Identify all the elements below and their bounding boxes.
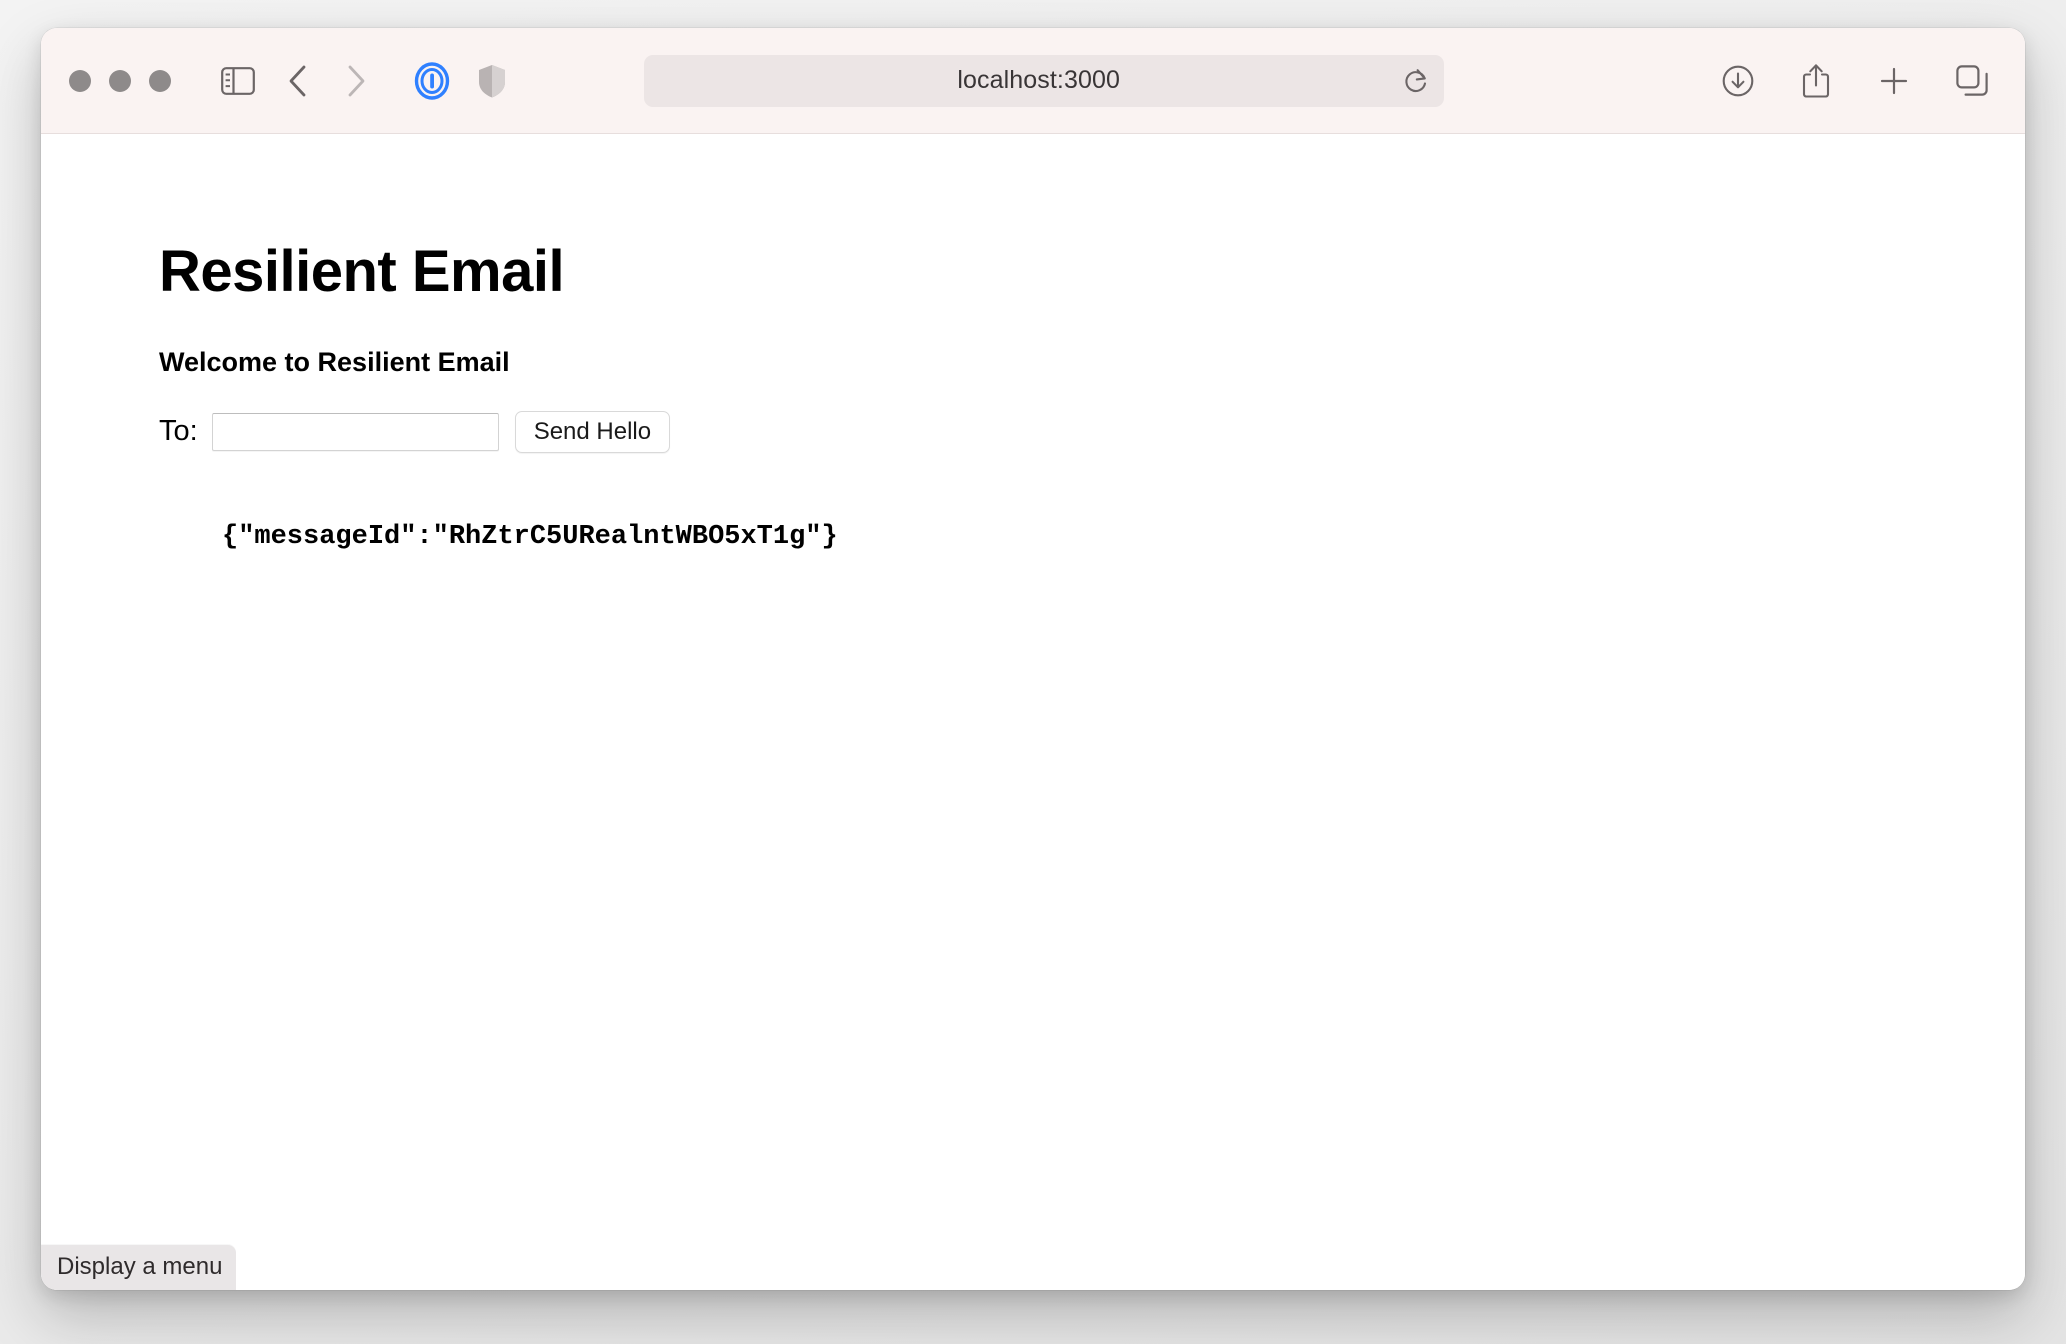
extension-buttons (405, 54, 519, 108)
safari-browser-window: localhost:3000 Resilient Email Welcome t… (41, 28, 2025, 1290)
page-title: Resilient Email (159, 239, 565, 304)
tab-overview-icon[interactable] (1945, 54, 1999, 108)
onepassword-icon[interactable] (405, 54, 459, 108)
send-hello-button[interactable]: Send Hello (514, 410, 671, 453)
web-page-content: Resilient Email Welcome to Resilient Ema… (41, 134, 2025, 1290)
share-icon[interactable] (1789, 54, 1843, 108)
to-label: To: (159, 415, 198, 448)
toolbar-right-buttons (1693, 54, 1999, 108)
back-button-icon[interactable] (271, 54, 325, 108)
to-input[interactable] (211, 412, 499, 451)
navigation-buttons (271, 54, 383, 108)
browser-toolbar: localhost:3000 (41, 28, 2025, 134)
minimize-window-button[interactable] (109, 69, 131, 92)
window-traffic-lights (69, 69, 171, 92)
downloads-icon[interactable] (1711, 54, 1765, 108)
send-hello-form: To: Send Hello (159, 378, 2025, 453)
zoom-window-button[interactable] (149, 69, 171, 92)
reload-icon[interactable] (1394, 59, 1438, 103)
close-window-button[interactable] (69, 69, 91, 92)
desktop-background: localhost:3000 Resilient Email Welcome t… (0, 0, 2066, 1344)
address-bar[interactable]: localhost:3000 (643, 54, 1444, 107)
status-bar-tooltip: Display a menu (41, 1245, 237, 1290)
welcome-message: Welcome to Resilient Email (159, 346, 510, 377)
response-output: {"messageId":"RhZtrC5URealntWBO5xT1g"} (222, 521, 838, 552)
new-tab-icon[interactable] (1867, 54, 1921, 108)
forward-button-icon[interactable] (329, 54, 383, 108)
privacy-report-shield-icon[interactable] (465, 54, 519, 108)
address-bar-url[interactable]: localhost:3000 (644, 66, 1394, 95)
sidebar-toggle-icon[interactable] (211, 54, 265, 108)
